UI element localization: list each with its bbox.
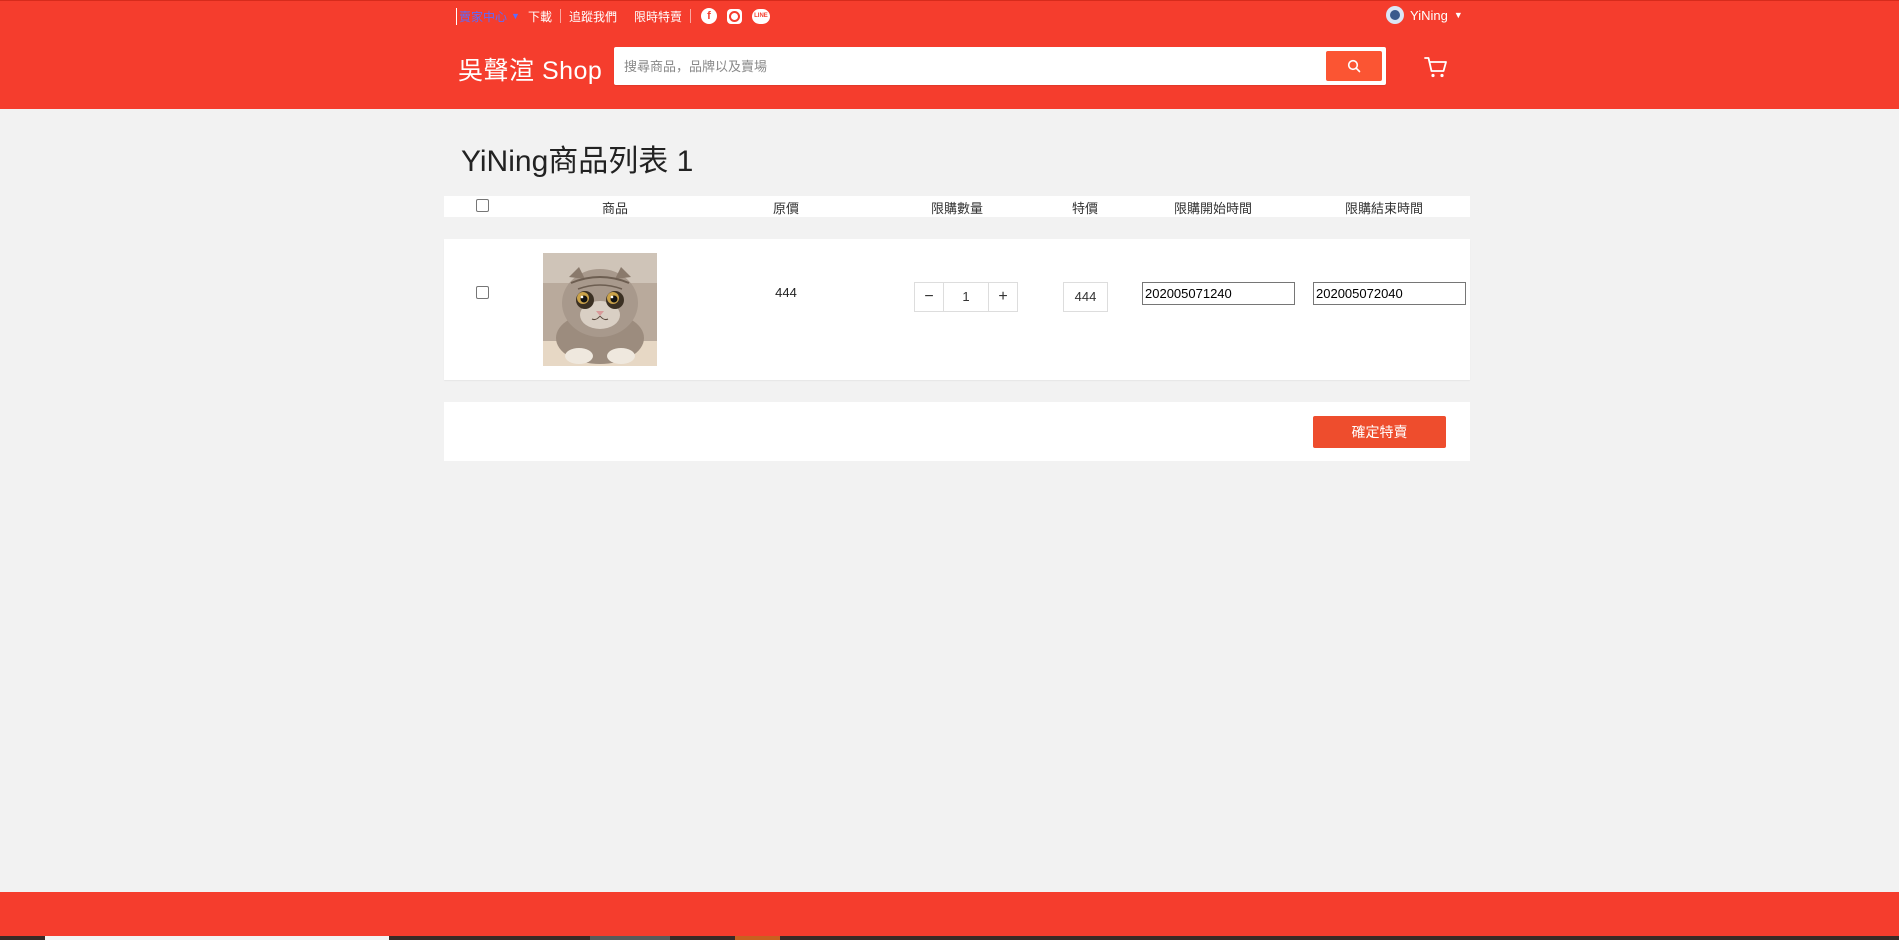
chevron-down-icon: ▼ [511, 11, 520, 21]
divider [689, 9, 691, 23]
search-button[interactable] [1326, 51, 1382, 81]
seller-center-label: 賣家中心 [459, 9, 508, 24]
chevron-down-icon: ▼ [1453, 10, 1463, 20]
cat-photo [543, 253, 657, 366]
page-title: YiNing商品列表 1 [461, 145, 694, 178]
column-header-limit-quantity: 限購數量 [930, 201, 984, 216]
decrement-button[interactable]: − [914, 282, 944, 312]
instagram-icon[interactable] [726, 8, 742, 24]
seller-center-link[interactable]: 賣家中心 ▼ [456, 7, 520, 25]
table-header: 商品 原價 限購數量 特價 限購開始時間 限購結束時間 [444, 196, 1470, 217]
flash-sale-link[interactable]: 限時特賣 [634, 8, 682, 25]
search-icon [1347, 59, 1361, 73]
original-price: 444 [775, 285, 797, 300]
quantity-value[interactable]: 1 [944, 282, 988, 312]
strip-segment [45, 936, 389, 940]
user-menu[interactable]: YiNing ▼ [1386, 6, 1463, 24]
taskbar-strip [0, 936, 1899, 940]
row-checkbox[interactable] [476, 286, 489, 299]
search-input[interactable] [624, 47, 1324, 85]
cart-icon [1424, 57, 1447, 78]
strip-segment [735, 936, 780, 940]
download-link[interactable]: 下載 [528, 8, 552, 25]
end-time-input[interactable]: 202005072040 [1313, 282, 1466, 305]
strip-segment [590, 936, 670, 940]
confirm-sale-button[interactable]: 確定特賣 [1313, 416, 1446, 448]
avatar [1386, 6, 1404, 24]
column-header-special-price: 特價 [1071, 201, 1099, 216]
column-header-end-time: 限購結束時間 [1344, 201, 1424, 216]
username: YiNing [1410, 7, 1448, 23]
line-icon[interactable]: LINE [751, 8, 770, 24]
quantity-stepper: − 1 + [914, 282, 1018, 312]
action-bar: 確定特賣 [444, 402, 1470, 461]
cart-button[interactable] [1424, 55, 1448, 79]
divider [559, 9, 561, 23]
special-price-input[interactable]: 444 [1063, 282, 1108, 312]
brand-logo[interactable]: 吳聲渲 Shop [458, 51, 602, 87]
search-bar [614, 47, 1386, 85]
top-nav: 賣家中心 ▼ 下載 追蹤我們 限時特賣 f LINE [456, 7, 770, 25]
facebook-icon[interactable]: f [700, 8, 717, 24]
table-row: 444 − 1 + 444 202005071240 202005072040 [444, 239, 1470, 380]
column-header-original-price: 原價 [772, 201, 800, 216]
increment-button[interactable]: + [988, 282, 1018, 312]
social-links: f LINE [700, 8, 770, 24]
start-time-input[interactable]: 202005071240 [1142, 282, 1295, 305]
footer-bar [0, 892, 1899, 940]
column-header-product: 商品 [601, 201, 629, 216]
column-header-start-time: 限購開始時間 [1173, 201, 1253, 216]
product-image [543, 253, 657, 366]
follow-us-link[interactable]: 追蹤我們 [569, 8, 617, 25]
header: 賣家中心 ▼ 下載 追蹤我們 限時特賣 f LINE YiNing ▼ 吳聲渲 … [0, 0, 1899, 109]
select-all-checkbox[interactable] [476, 199, 489, 212]
